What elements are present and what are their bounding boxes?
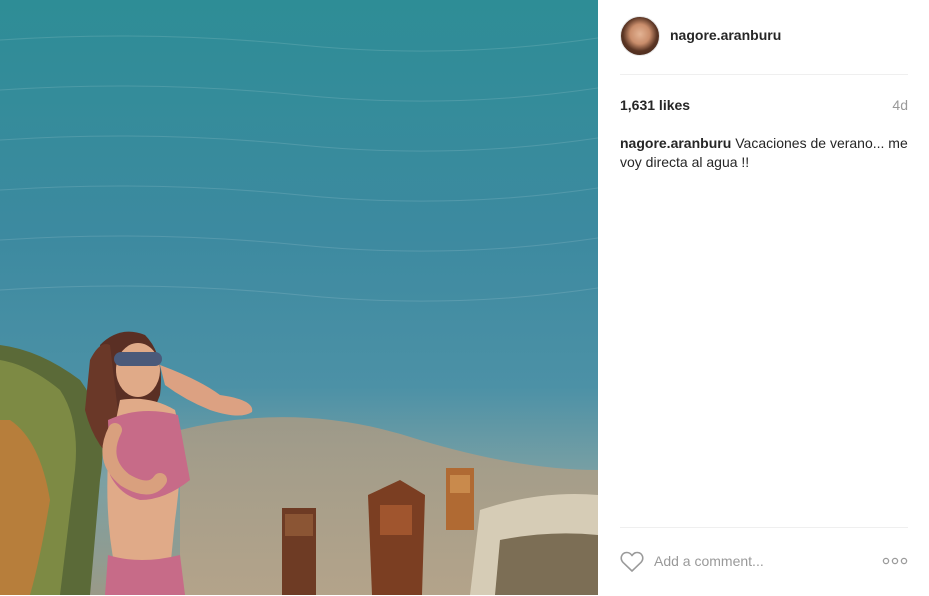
post-details-panel: nagore.aranburu 1,631 likes 4d nagore.ar… xyxy=(598,0,929,595)
caption-username[interactable]: nagore.aranburu xyxy=(620,135,731,151)
username-link[interactable]: nagore.aranburu xyxy=(670,27,781,43)
comment-input[interactable] xyxy=(654,548,864,574)
more-options-icon[interactable] xyxy=(882,553,908,569)
heart-outline-icon[interactable] xyxy=(620,551,644,573)
avatar[interactable] xyxy=(620,16,660,56)
likes-count[interactable]: 1,631 likes xyxy=(620,97,690,113)
post-header: nagore.aranburu xyxy=(620,16,908,75)
post-caption: nagore.aranburu Vacaciones de verano... m… xyxy=(620,134,908,172)
photo-illustration xyxy=(0,0,598,595)
post-time[interactable]: 4d xyxy=(892,97,908,113)
post-footer xyxy=(620,527,908,596)
post-photo[interactable] xyxy=(0,0,598,595)
